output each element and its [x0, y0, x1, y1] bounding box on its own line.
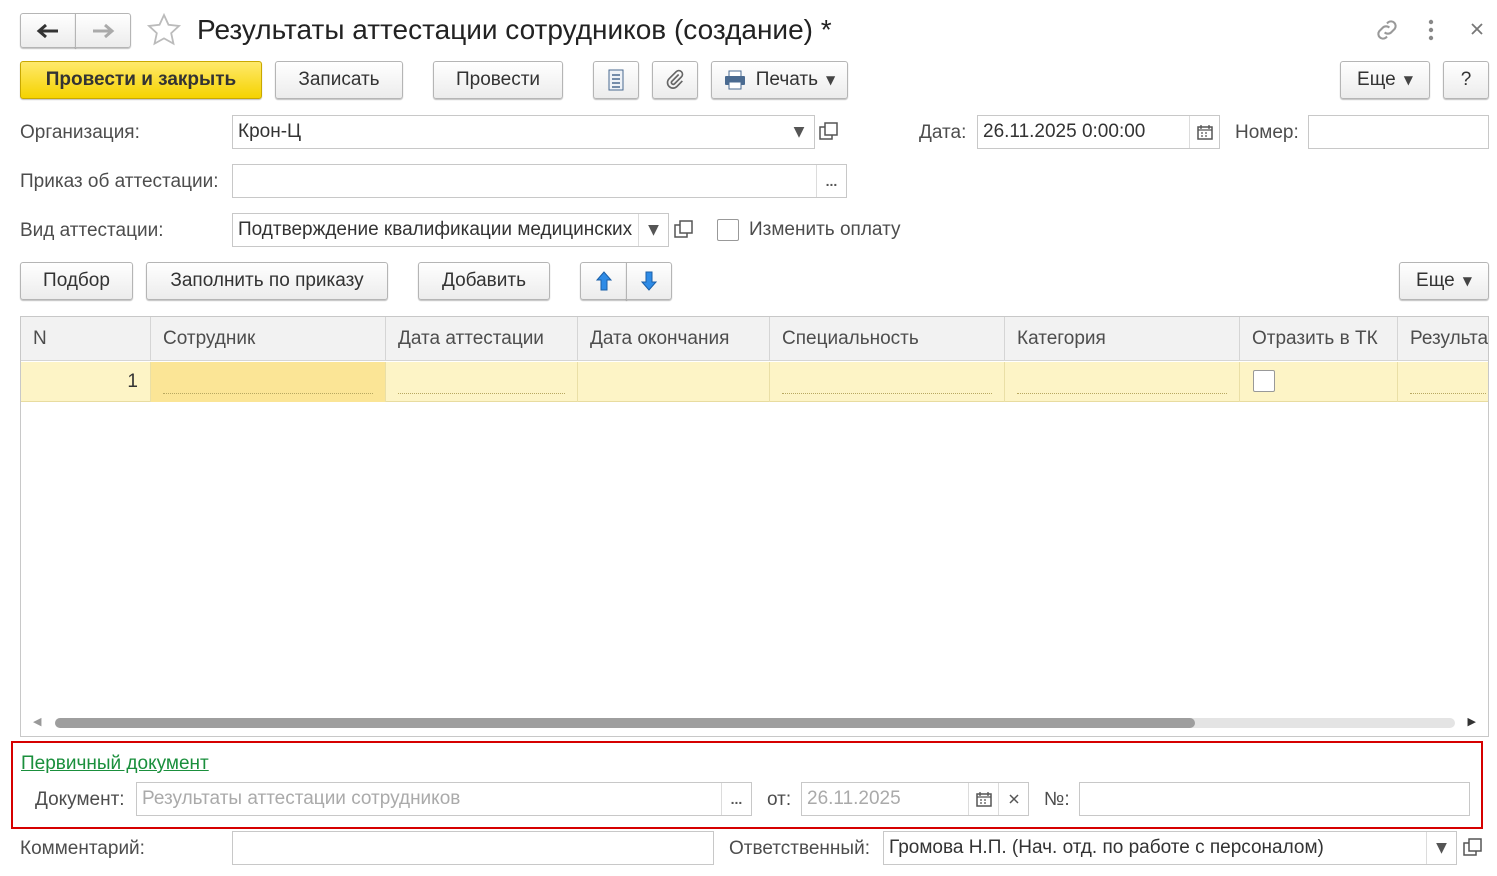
document-label: Документ:	[35, 789, 125, 810]
col-category[interactable]: Категория	[1005, 317, 1240, 361]
col-end-date[interactable]: Дата окончания	[578, 317, 770, 361]
responsible-label: Ответственный:	[729, 838, 870, 859]
post-and-close-button[interactable]: Провести и закрыть	[20, 61, 262, 99]
dropdown-icon[interactable]: ▼	[784, 116, 814, 148]
caret-down-icon: ▼	[1462, 274, 1472, 288]
printer-icon	[724, 70, 745, 90]
document-list-button[interactable]	[593, 61, 639, 99]
cell-category[interactable]	[1005, 362, 1240, 402]
col-n[interactable]: N	[21, 317, 151, 361]
arrow-up-icon	[595, 271, 612, 291]
responsible-field[interactable]: Громова Н.П. (Нач. отд. по работе с перс…	[883, 831, 1457, 865]
reflect-tk-checkbox[interactable]	[1253, 370, 1275, 392]
table-header: N Сотрудник Дата аттестации Дата окончан…	[21, 317, 1488, 361]
date-label: Дата:	[919, 122, 967, 143]
arrow-left-icon	[36, 23, 58, 38]
horizontal-scrollbar[interactable]: ◀ ▶	[21, 714, 1488, 736]
arrow-right-icon	[93, 23, 115, 38]
row-number: 1	[127, 371, 138, 392]
table-more-label: Еще	[1416, 270, 1455, 291]
open-kind-icon[interactable]	[673, 219, 695, 247]
caret-down-icon: ▼	[1403, 73, 1413, 87]
org-value: Крон-Ц	[238, 121, 302, 142]
arrow-down-icon	[640, 271, 658, 291]
print-button[interactable]: Печать ▼	[711, 61, 848, 99]
back-button[interactable]	[20, 13, 76, 48]
org-field[interactable]: Крон-Ц ▼	[232, 115, 815, 149]
cell-specialty[interactable]	[770, 362, 1005, 402]
paperclip-icon	[666, 69, 684, 89]
calendar-icon[interactable]	[1189, 116, 1219, 148]
more-button[interactable]: Еще ▼	[1340, 61, 1430, 99]
date-value: 26.11.2025 0:00:00	[983, 121, 1146, 142]
doc-number-label: №:	[1044, 789, 1070, 810]
help-button[interactable]: ?	[1443, 61, 1489, 99]
print-label: Печать	[755, 69, 818, 90]
dropdown-icon[interactable]: ▼	[638, 214, 668, 246]
table-row[interactable]: 1	[21, 362, 1488, 402]
move-up-button[interactable]	[580, 262, 627, 300]
caret-down-icon: ▼	[826, 73, 836, 87]
document-placeholder: Результаты аттестации сотрудников	[142, 788, 461, 809]
from-label: от:	[767, 789, 792, 810]
org-label: Организация:	[20, 122, 140, 143]
close-icon[interactable]	[1469, 21, 1485, 43]
from-date-field[interactable]: 26.11.2025	[801, 782, 1029, 816]
list-document-icon	[608, 69, 624, 91]
vertical-dots-icon[interactable]	[1424, 18, 1438, 48]
more-label: Еще	[1357, 69, 1396, 90]
responsible-value: Громова Н.П. (Нач. отд. по работе с перс…	[889, 837, 1324, 858]
comment-field[interactable]	[232, 831, 714, 865]
date-field[interactable]: 26.11.2025 0:00:00	[977, 115, 1220, 149]
change-pay-label: Изменить оплату	[749, 219, 901, 240]
document-field[interactable]: Результаты аттестации сотрудников ...	[136, 782, 752, 816]
col-employee[interactable]: Сотрудник	[151, 317, 386, 361]
scrollbar-thumb[interactable]	[55, 718, 1195, 728]
from-date-placeholder: 26.11.2025	[807, 788, 901, 809]
select-ellipsis-icon[interactable]: ...	[816, 165, 846, 197]
employees-table[interactable]: N Сотрудник Дата аттестации Дата окончан…	[20, 316, 1489, 737]
save-button[interactable]: Записать	[275, 61, 403, 99]
post-button[interactable]: Провести	[433, 61, 563, 99]
cell-end-date[interactable]	[578, 362, 770, 402]
kind-value: Подтверждение квалификации медицинских	[238, 219, 633, 240]
col-specialty[interactable]: Специальность	[770, 317, 1005, 361]
select-ellipsis-icon[interactable]: ...	[721, 783, 751, 815]
primary-document-link[interactable]: Первичный документ	[21, 753, 209, 775]
attach-button[interactable]	[652, 61, 698, 99]
scroll-right-icon[interactable]: ▶	[1468, 715, 1476, 728]
favorite-star-icon[interactable]	[146, 12, 182, 54]
order-field[interactable]: ...	[232, 164, 847, 198]
open-responsible-icon[interactable]	[1462, 837, 1484, 865]
table-more-button[interactable]: Еще ▼	[1399, 262, 1489, 300]
add-button[interactable]: Добавить	[418, 262, 550, 300]
open-org-icon[interactable]	[818, 121, 840, 149]
number-label: Номер:	[1235, 122, 1299, 143]
fill-by-order-button[interactable]: Заполнить по приказу	[146, 262, 388, 300]
cell-n: 1	[21, 362, 151, 402]
kind-field[interactable]: Подтверждение квалификации медицинских ▼	[232, 213, 669, 247]
calendar-icon[interactable]	[968, 783, 998, 815]
comment-label: Комментарий:	[20, 838, 145, 859]
doc-number-field[interactable]	[1079, 782, 1470, 816]
cell-result[interactable]	[1398, 362, 1488, 402]
page-title: Результаты аттестации сотрудников (созда…	[197, 14, 832, 45]
col-reflect-tk[interactable]: Отразить в ТК	[1240, 317, 1398, 361]
col-result[interactable]: Результат	[1398, 317, 1488, 361]
order-label: Приказ об аттестации:	[20, 171, 219, 192]
scroll-left-icon[interactable]: ◀	[33, 715, 41, 728]
link-icon[interactable]	[1373, 16, 1401, 50]
move-down-button[interactable]	[626, 262, 672, 300]
kind-label: Вид аттестации:	[20, 220, 164, 241]
dropdown-icon[interactable]: ▼	[1426, 832, 1456, 864]
cell-reflect-tk	[1240, 362, 1398, 402]
pick-button[interactable]: Подбор	[20, 262, 133, 300]
forward-button[interactable]	[75, 13, 131, 48]
number-field[interactable]	[1308, 115, 1489, 149]
clear-icon[interactable]	[998, 783, 1028, 815]
cell-attest-date[interactable]	[386, 362, 578, 402]
cell-employee[interactable]	[151, 362, 386, 402]
col-attest-date[interactable]: Дата аттестации	[386, 317, 578, 361]
change-pay-checkbox[interactable]	[717, 219, 739, 241]
